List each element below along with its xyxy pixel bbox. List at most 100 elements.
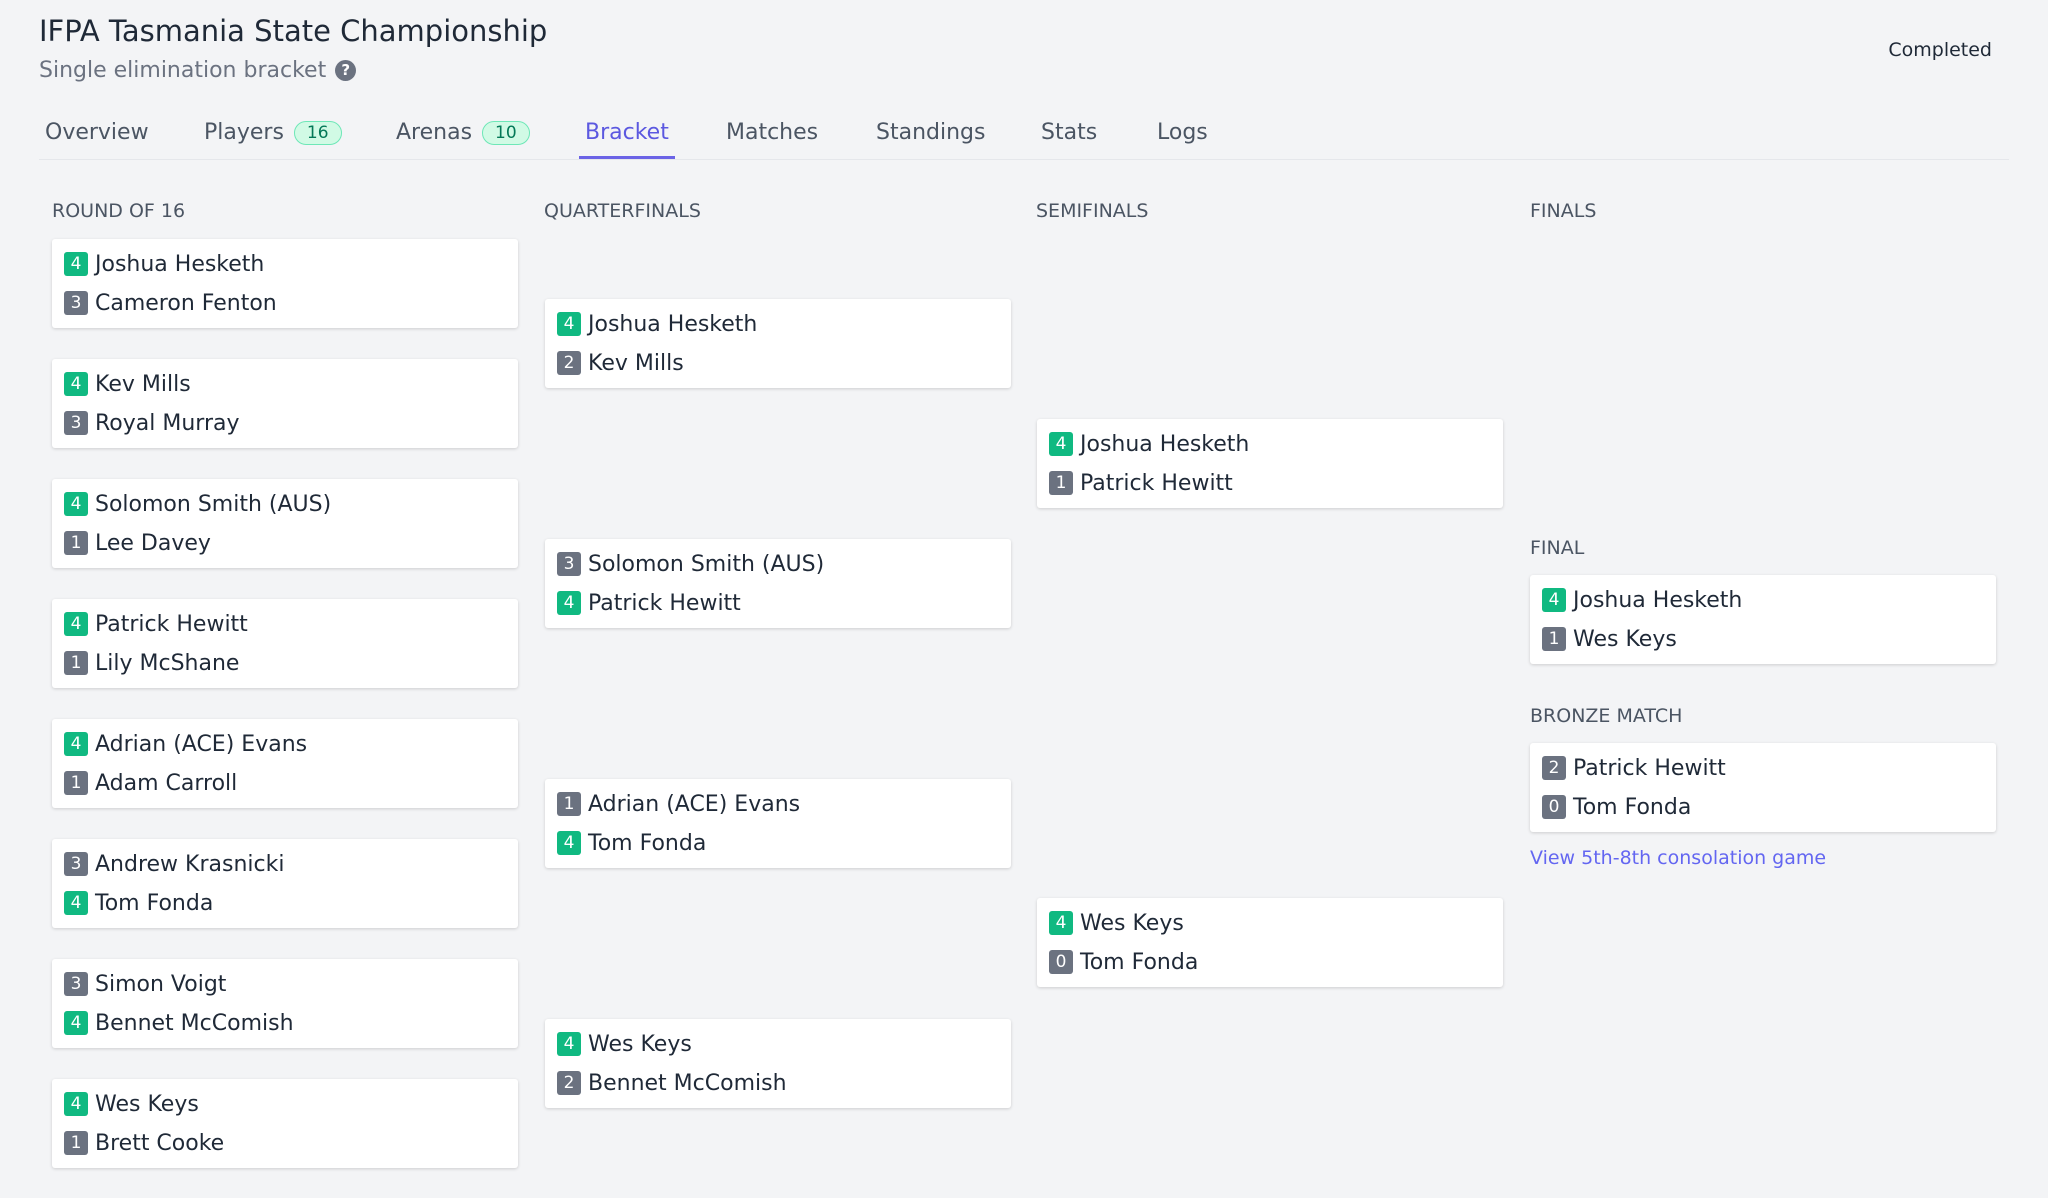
tab-players[interactable]: Players 16	[198, 120, 348, 159]
player-row: 0 Tom Fonda	[1049, 948, 1198, 976]
score-badge: 0	[1542, 795, 1566, 819]
player-name: Wes Keys	[1080, 910, 1184, 936]
match-card[interactable]: 2 Patrick Hewitt 0 Tom Fonda	[1530, 743, 1996, 832]
player-name: Andrew Krasnicki	[95, 851, 285, 877]
match-card[interactable]: 4 Patrick Hewitt 1 Lily McShane	[52, 599, 518, 688]
player-row: 2 Patrick Hewitt	[1542, 754, 1726, 782]
match-card[interactable]: 4 Joshua Hesketh 1 Patrick Hewitt	[1037, 419, 1503, 508]
tab-arenas[interactable]: Arenas 10	[390, 120, 536, 159]
player-name: Joshua Hesketh	[95, 251, 265, 277]
player-name: Bennet McComish	[95, 1010, 294, 1036]
status-label: Completed	[1888, 39, 1992, 61]
score-badge: 4	[64, 891, 88, 915]
score-badge: 3	[64, 972, 88, 996]
player-row: 4 Bennet McComish	[64, 1009, 294, 1037]
match-card[interactable]: 4 Adrian (ACE) Evans 1 Adam Carroll	[52, 719, 518, 808]
score-badge: 4	[64, 1011, 88, 1035]
player-row: 4 Joshua Hesketh	[557, 310, 757, 338]
finals-heading: FINALS	[1530, 200, 1597, 222]
semifinals-heading: SEMIFINALS	[1036, 200, 1149, 222]
score-badge: 3	[64, 291, 88, 315]
player-name: Tom Fonda	[95, 890, 214, 916]
match-card[interactable]: 4 Joshua Hesketh 2 Kev Mills	[545, 299, 1011, 388]
round-of-16-heading: ROUND OF 16	[52, 200, 186, 222]
score-badge: 4	[64, 1092, 88, 1116]
player-name: Patrick Hewitt	[588, 590, 741, 616]
score-badge: 2	[1542, 756, 1566, 780]
player-row: 1 Brett Cooke	[64, 1129, 224, 1157]
score-badge: 4	[64, 252, 88, 276]
tab-logs[interactable]: Logs	[1151, 120, 1214, 159]
match-card[interactable]: 3 Simon Voigt 4 Bennet McComish	[52, 959, 518, 1048]
score-badge: 4	[557, 831, 581, 855]
tab-bar: Overview Players 16 Arenas 10 Bracket Ma…	[39, 112, 2009, 160]
player-row: 2 Bennet McComish	[557, 1069, 787, 1097]
player-row: 2 Kev Mills	[557, 349, 684, 377]
score-badge: 4	[1049, 911, 1073, 935]
score-badge: 3	[64, 852, 88, 876]
match-card[interactable]: 4 Solomon Smith (AUS) 1 Lee Davey	[52, 479, 518, 568]
bronze-match-heading: BRONZE MATCH	[1530, 705, 1683, 727]
match-card[interactable]: 4 Joshua Hesketh 1 Wes Keys	[1530, 575, 1996, 664]
player-name: Wes Keys	[95, 1091, 199, 1117]
arenas-count-badge: 10	[482, 121, 530, 145]
player-row: 4 Wes Keys	[1049, 909, 1184, 937]
match-card[interactable]: 4 Kev Mills 3 Royal Murray	[52, 359, 518, 448]
player-row: 4 Wes Keys	[557, 1030, 692, 1058]
player-row: 0 Tom Fonda	[1542, 793, 1691, 821]
player-name: Bennet McComish	[588, 1070, 787, 1096]
player-row: 4 Wes Keys	[64, 1090, 199, 1118]
page-title: IFPA Tasmania State Championship	[39, 14, 548, 48]
score-badge: 1	[64, 1131, 88, 1155]
tab-label: Arenas	[396, 120, 473, 145]
player-row: 3 Solomon Smith (AUS)	[557, 550, 824, 578]
player-name: Lee Davey	[95, 530, 211, 556]
score-badge: 4	[64, 492, 88, 516]
player-name: Solomon Smith (AUS)	[95, 491, 332, 517]
help-icon[interactable]: ?	[335, 60, 357, 81]
player-name: Lily McShane	[95, 650, 240, 676]
format-label: Single elimination bracket	[39, 58, 327, 83]
player-name: Patrick Hewitt	[1573, 755, 1726, 781]
match-card[interactable]: 4 Wes Keys 2 Bennet McComish	[545, 1019, 1011, 1108]
player-row: 4 Patrick Hewitt	[64, 610, 248, 638]
match-card[interactable]: 1 Adrian (ACE) Evans 4 Tom Fonda	[545, 779, 1011, 868]
player-row: 3 Simon Voigt	[64, 970, 226, 998]
tab-overview[interactable]: Overview	[39, 120, 155, 159]
player-name: Wes Keys	[1573, 626, 1677, 652]
player-row: 4 Joshua Hesketh	[1542, 586, 1742, 614]
consolation-link[interactable]: View 5th-8th consolation game	[1530, 847, 1826, 869]
player-row: 4 Tom Fonda	[64, 889, 213, 917]
match-card[interactable]: 4 Joshua Hesketh 3 Cameron Fenton	[52, 239, 518, 328]
player-name: Kev Mills	[588, 350, 684, 376]
score-badge: 1	[557, 792, 581, 816]
player-row: 4 Tom Fonda	[557, 829, 706, 857]
player-name: Patrick Hewitt	[95, 611, 248, 637]
score-badge: 3	[64, 411, 88, 435]
tab-label: Stats	[1041, 120, 1098, 145]
tab-label: Standings	[876, 120, 986, 145]
player-name: Tom Fonda	[588, 830, 707, 856]
player-name: Joshua Hesketh	[1080, 431, 1250, 457]
match-card[interactable]: 4 Wes Keys 1 Brett Cooke	[52, 1079, 518, 1168]
player-name: Wes Keys	[588, 1031, 692, 1057]
player-row: 1 Lily McShane	[64, 649, 239, 677]
player-row: 4 Kev Mills	[64, 370, 191, 398]
score-badge: 4	[64, 612, 88, 636]
player-name: Cameron Fenton	[95, 290, 277, 316]
player-row: 1 Adrian (ACE) Evans	[557, 790, 800, 818]
tab-standings[interactable]: Standings	[870, 120, 991, 159]
match-card[interactable]: 3 Solomon Smith (AUS) 4 Patrick Hewitt	[545, 539, 1011, 628]
player-row: 4 Patrick Hewitt	[557, 589, 741, 617]
player-name: Brett Cooke	[95, 1130, 225, 1156]
score-badge: 4	[557, 1032, 581, 1056]
player-name: Patrick Hewitt	[1080, 470, 1233, 496]
player-name: Tom Fonda	[1080, 949, 1199, 975]
score-badge: 4	[557, 312, 581, 336]
tab-stats[interactable]: Stats	[1035, 120, 1103, 159]
match-card[interactable]: 4 Wes Keys 0 Tom Fonda	[1037, 898, 1503, 987]
match-card[interactable]: 3 Andrew Krasnicki 4 Tom Fonda	[52, 839, 518, 928]
tab-matches[interactable]: Matches	[720, 120, 824, 159]
tab-bracket[interactable]: Bracket	[579, 120, 675, 159]
page-subtitle: Single elimination bracket ?	[39, 58, 357, 83]
